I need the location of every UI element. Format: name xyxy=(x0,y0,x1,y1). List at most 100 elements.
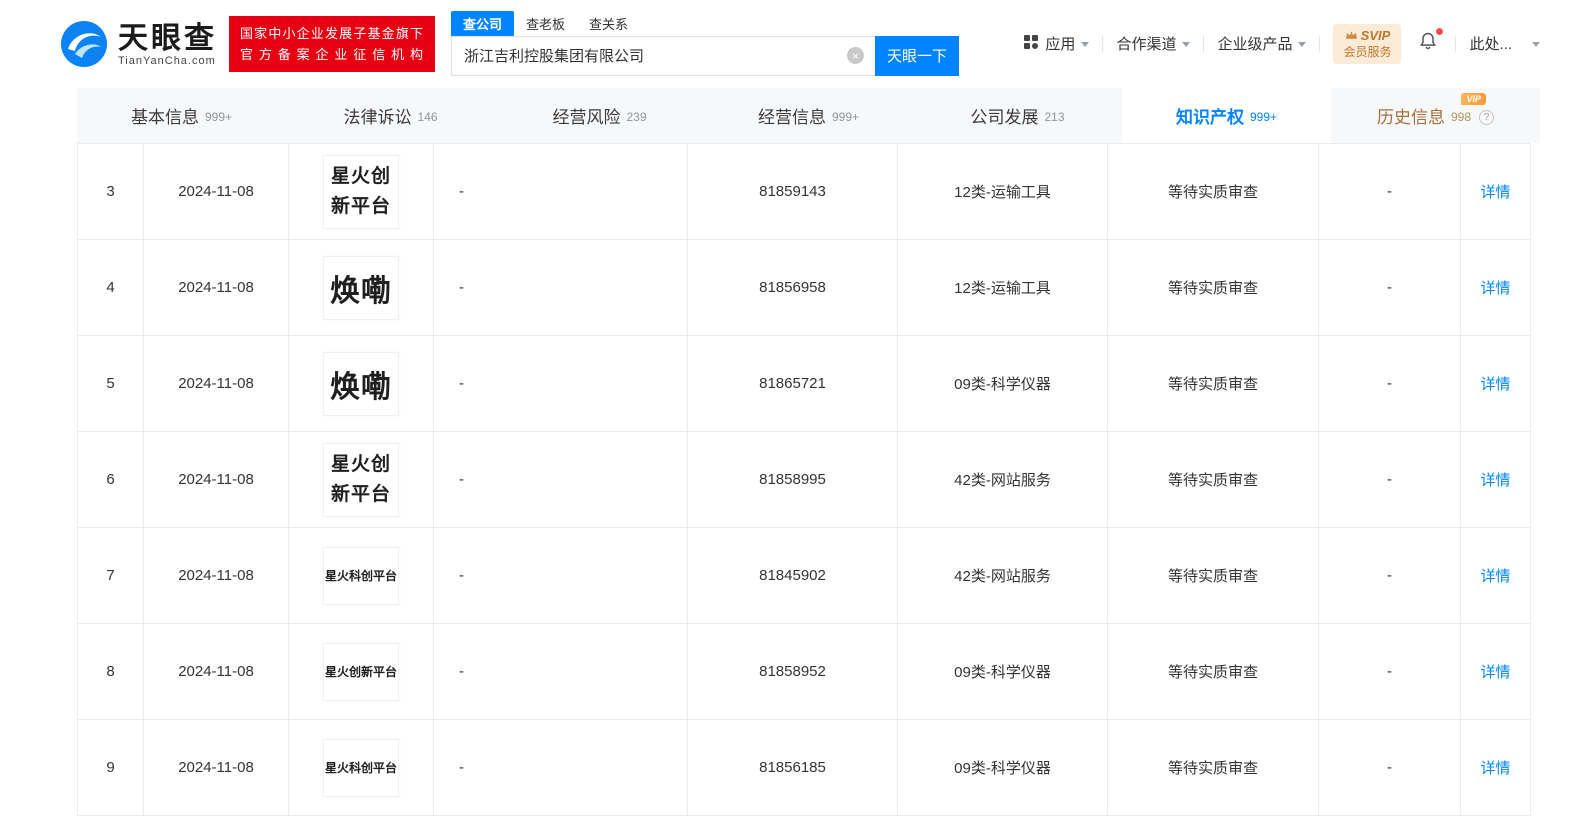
nav-divider xyxy=(1102,35,1104,52)
detail-cell: 详情 xyxy=(1461,240,1531,336)
nav-enterprise-products[interactable]: 企业级产品 xyxy=(1217,33,1307,54)
notification-dot xyxy=(1436,28,1444,36)
tab-basic-info[interactable]: 基本信息 999+ xyxy=(77,88,286,143)
registration-number: 81865721 xyxy=(688,336,898,432)
detail-link[interactable]: 详情 xyxy=(1480,757,1510,778)
trademark-status: 等待实质审查 xyxy=(1108,240,1319,336)
gov-credential-badge: 国家中小企业发展子基金旗下 官方备案企业征信机构 xyxy=(229,15,435,73)
row-index: 4 xyxy=(78,240,144,336)
detail-link[interactable]: 详情 xyxy=(1480,661,1510,682)
table-row: 7 2024-11-08 星火科创平台 - 81845902 42类-网站服务 … xyxy=(78,528,1531,624)
trademark-image[interactable]: 焕嘞 xyxy=(323,255,399,320)
detail-link[interactable]: 详情 xyxy=(1480,277,1510,298)
detail-link[interactable]: 详情 xyxy=(1480,373,1510,394)
tab-operation-risk[interactable]: 经营风险 239 xyxy=(495,88,704,143)
trademark-class: 09类-科学仪器 xyxy=(898,624,1108,720)
table-row: 8 2024-11-08 星火创新平台 - 81858952 09类-科学仪器 … xyxy=(78,624,1531,720)
trademark-class: 42类-网站服务 xyxy=(898,432,1108,528)
registration-number: 81845902 xyxy=(688,528,898,624)
trademark-status: 等待实质审查 xyxy=(1108,432,1319,528)
trademark-name-cell: - xyxy=(434,624,688,720)
empty-cell: - xyxy=(1319,432,1461,528)
trademark-image[interactable]: 星火创 新平台 xyxy=(323,154,399,229)
nav-apps-label: 应用 xyxy=(1045,36,1076,54)
top-header: 天眼查 TianYanCha.com 国家中小企业发展子基金旗下 官方备案企业征… xyxy=(0,0,1576,88)
tab-legal-proceedings[interactable]: 法律诉讼 146 xyxy=(286,88,495,143)
user-profile-menu[interactable]: 此处... xyxy=(1469,33,1540,54)
table-row: 5 2024-11-08 焕嘞 - 81865721 09类-科学仪器 等待实质… xyxy=(78,336,1531,432)
registration-number: 81856958 xyxy=(688,240,898,336)
tab-company-development[interactable]: 公司发展 213 xyxy=(913,88,1122,143)
search-area: 查公司 查老板 查关系 × 天眼一下 xyxy=(451,10,959,76)
search-tab-relation[interactable]: 查关系 xyxy=(577,11,640,36)
registration-number: 81858952 xyxy=(688,624,898,720)
trademark-image-cell: 焕嘞 xyxy=(289,336,434,432)
row-index: 7 xyxy=(78,528,144,624)
trademark-status: 等待实质审查 xyxy=(1108,336,1319,432)
nav-divider xyxy=(1203,35,1205,52)
apply-date: 2024-11-08 xyxy=(144,144,289,240)
apps-grid-icon xyxy=(1023,34,1039,54)
row-index: 6 xyxy=(78,432,144,528)
trademark-status: 等待实质审查 xyxy=(1108,720,1319,816)
detail-cell: 详情 xyxy=(1461,144,1531,240)
trademark-image[interactable]: 星火科创平台 xyxy=(323,738,399,797)
empty-cell: - xyxy=(1319,144,1461,240)
detail-link[interactable]: 详情 xyxy=(1480,469,1510,490)
search-tab-boss[interactable]: 查老板 xyxy=(514,11,577,36)
trademark-image[interactable]: 星火创新平台 xyxy=(323,642,399,701)
search-button[interactable]: 天眼一下 xyxy=(875,35,959,76)
trademark-name-cell: - xyxy=(434,720,688,816)
trademark-name-cell: - xyxy=(434,528,688,624)
empty-cell: - xyxy=(1319,240,1461,336)
vip-tag: VIP xyxy=(1461,93,1486,105)
trademark-image[interactable]: 星火科创平台 xyxy=(323,546,399,605)
trademark-status: 等待实质审查 xyxy=(1108,144,1319,240)
empty-cell: - xyxy=(1319,336,1461,432)
trademark-image-cell: 星火创新平台 xyxy=(289,624,434,720)
notification-bell-icon[interactable] xyxy=(1418,28,1444,56)
detail-link[interactable]: 详情 xyxy=(1480,181,1510,202)
nav-enterprise-label: 企业级产品 xyxy=(1217,36,1293,54)
logo-text: 天眼查 TianYanCha.com xyxy=(118,22,217,67)
trademark-image[interactable]: 星火创 新平台 xyxy=(323,442,399,517)
tab-intellectual-property[interactable]: 知识产权 999+ xyxy=(1122,88,1331,143)
trademark-status: 等待实质审查 xyxy=(1108,624,1319,720)
apply-date: 2024-11-08 xyxy=(144,624,289,720)
detail-cell: 详情 xyxy=(1461,528,1531,624)
tab-operation-info[interactable]: 经营信息 999+ xyxy=(704,88,913,143)
search-input[interactable] xyxy=(452,36,875,75)
section-tabs-bar: 基本信息 999+ 法律诉讼 146 经营风险 239 经营信息 999+ 公司… xyxy=(0,88,1576,143)
help-icon[interactable]: ? xyxy=(1479,109,1495,125)
detail-link[interactable]: 详情 xyxy=(1480,565,1510,586)
apply-date: 2024-11-08 xyxy=(144,720,289,816)
table-row: 3 2024-11-08 星火创 新平台 - 81859143 12类-运输工具… xyxy=(78,144,1531,240)
apply-date: 2024-11-08 xyxy=(144,432,289,528)
search-tab-company[interactable]: 查公司 xyxy=(451,10,515,36)
nav-partners[interactable]: 合作渠道 xyxy=(1116,33,1191,54)
empty-cell: - xyxy=(1319,528,1461,624)
trademark-class: 42类-网站服务 xyxy=(898,528,1108,624)
row-index: 5 xyxy=(78,336,144,432)
trademark-image[interactable]: 焕嘞 xyxy=(323,351,399,416)
tianyancha-logo[interactable]: 天眼查 TianYanCha.com xyxy=(60,20,217,68)
search-type-tabs: 查公司 查老板 查关系 xyxy=(451,10,959,36)
nav-divider xyxy=(1455,35,1457,52)
detail-cell: 详情 xyxy=(1461,720,1531,816)
nav-divider xyxy=(1319,35,1321,52)
tab-history-info[interactable]: VIP 历史信息 998 ? xyxy=(1331,88,1540,143)
detail-cell: 详情 xyxy=(1461,336,1531,432)
detail-cell: 详情 xyxy=(1461,432,1531,528)
table-row: 4 2024-11-08 焕嘞 - 81856958 12类-运输工具 等待实质… xyxy=(78,240,1531,336)
trademark-image-cell: 星火创 新平台 xyxy=(289,432,434,528)
trademark-class: 12类-运输工具 xyxy=(898,144,1108,240)
row-index: 3 xyxy=(78,144,144,240)
clear-search-icon[interactable]: × xyxy=(847,47,864,64)
trademark-class: 09类-科学仪器 xyxy=(898,720,1108,816)
trademark-table: 3 2024-11-08 星火创 新平台 - 81859143 12类-运输工具… xyxy=(77,143,1531,816)
trademark-class: 12类-运输工具 xyxy=(898,240,1108,336)
registration-number: 81856185 xyxy=(688,720,898,816)
svip-membership-button[interactable]: SVIP 会员服务 xyxy=(1333,23,1402,65)
nav-apps[interactable]: 应用 xyxy=(1023,33,1090,54)
table-row: 6 2024-11-08 星火创 新平台 - 81858995 42类-网站服务… xyxy=(78,432,1531,528)
